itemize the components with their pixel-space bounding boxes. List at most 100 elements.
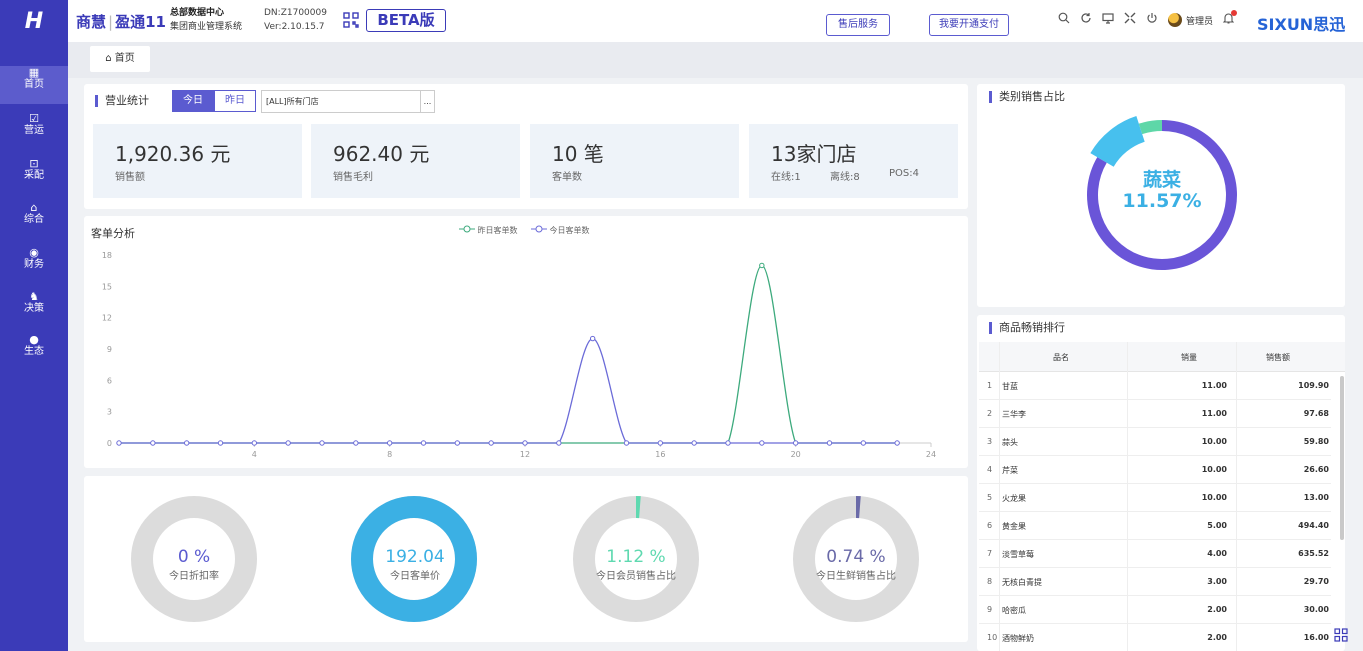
table-row[interactable]: 7 淡雪草莓 4.00 635.52 <box>979 540 1331 568</box>
product-name: 哈密瓜 <box>1002 606 1026 615</box>
table-row[interactable]: 4 芹菜 10.00 26.60 <box>979 456 1331 484</box>
data-point <box>623 440 630 446</box>
y-tick-label: 15 <box>102 282 112 291</box>
data-point <box>183 440 190 446</box>
sidebar-item-purchasing[interactable]: ⊡ 采配 <box>0 157 68 195</box>
data-point <box>251 440 258 446</box>
product-name: 淡雪草莓 <box>1002 550 1034 559</box>
col-divider <box>1127 342 1128 651</box>
stat-label: 客单数 <box>552 172 582 183</box>
table-row[interactable]: 1 甘蓝 11.00 109.90 <box>979 372 1331 400</box>
legend-yesterday[interactable]: 昨日客单数 <box>459 225 518 236</box>
sidebar-item-ecology[interactable]: ● 生态 <box>0 333 68 371</box>
data-point <box>420 440 427 446</box>
tab-bar: ⌂ 首页 <box>68 42 1363 78</box>
today-toggle[interactable]: 今日 <box>172 90 214 112</box>
power-icon[interactable] <box>1146 12 1158 28</box>
coin-icon: ◉ <box>29 246 39 259</box>
sidebar-item-label: 营运 <box>24 125 44 136</box>
notification-dot <box>1231 10 1238 16</box>
data-point <box>285 440 291 446</box>
brand-separator: | <box>108 13 114 31</box>
table-row[interactable]: 2 三华李 11.00 97.68 <box>979 400 1331 428</box>
refresh-icon[interactable] <box>1080 12 1092 28</box>
tab-home[interactable]: ⌂ 首页 <box>90 46 150 72</box>
stat-stores: 13家门店 在线:1 离线:8 POS:4 <box>749 124 958 198</box>
ring-discount-label: 0 % 今日折扣率 <box>144 547 244 582</box>
beta-badge[interactable]: BETA版 <box>366 9 446 32</box>
sidebar-item-home[interactable]: ▦ 首页 <box>0 66 68 104</box>
data-point <box>894 440 900 446</box>
table-row[interactable]: 9 哈密瓜 2.00 30.00 <box>979 596 1331 624</box>
product-name: 芹菜 <box>1002 466 1018 475</box>
table-row[interactable]: 10 酒物鲜奶 2.00 16.00 <box>979 624 1331 651</box>
sales-qty: 5.00 <box>1207 521 1227 530</box>
business-stats-title: 营业统计 <box>95 95 149 107</box>
category-slice <box>1138 120 1162 135</box>
row-index: 4 <box>987 465 993 474</box>
sales-qty: 3.00 <box>1207 577 1227 586</box>
product-name: 蒜头 <box>1002 438 1018 447</box>
col-header-name[interactable]: 品名 <box>1053 352 1069 363</box>
ecology-icon: ● <box>29 333 39 346</box>
col-header-amount[interactable]: 销售额 <box>1266 352 1290 363</box>
corner-qr-icon[interactable] <box>1334 628 1348 646</box>
sales-qty: 4.00 <box>1207 549 1227 558</box>
fullscreen-icon[interactable] <box>1124 12 1136 28</box>
after-sales-button[interactable]: 售后服务 <box>826 14 890 36</box>
ring-member-label: 1.12 % 今日会员销售占比 <box>586 547 686 582</box>
data-point <box>759 262 765 269</box>
table-scrollbar[interactable] <box>1340 376 1344 540</box>
tab-home-label: 首页 <box>114 53 135 64</box>
qr-code-icon[interactable] <box>343 12 359 28</box>
table-row[interactable]: 6 黄金果 5.00 494.40 <box>979 512 1331 540</box>
admin-label[interactable]: 管理员 <box>1186 14 1213 27</box>
data-point <box>454 440 461 446</box>
ring-value: 0.74 % <box>826 547 886 567</box>
sales-qty: 10.00 <box>1201 437 1227 446</box>
store-select[interactable]: [ALL]所有门店 ... <box>261 90 435 113</box>
avatar-icon[interactable] <box>1168 13 1182 27</box>
chart-title: 客单分析 <box>91 227 135 240</box>
legend-today-label: 今日客单数 <box>549 226 590 235</box>
bell-icon[interactable] <box>1222 10 1238 28</box>
table-row[interactable]: 8 无核白青提 3.00 29.70 <box>979 568 1331 596</box>
device-number: DN:Z1700009 <box>264 8 327 18</box>
data-point <box>386 440 393 446</box>
data-point <box>353 440 359 446</box>
data-point <box>116 440 122 446</box>
table-row[interactable]: 5 火龙果 10.00 13.00 <box>979 484 1331 512</box>
sales-qty: 10.00 <box>1201 465 1227 474</box>
open-payment-button[interactable]: 我要开通支付 <box>929 14 1009 36</box>
monitor-icon[interactable] <box>1102 12 1114 28</box>
yesterday-toggle[interactable]: 昨日 <box>214 90 256 112</box>
ranking-title: 商品畅销排行 <box>989 322 1065 334</box>
x-tick-label: 12 <box>520 450 530 459</box>
sidebar-item-finance[interactable]: ◉ 财务 <box>0 246 68 284</box>
sales-qty: 2.00 <box>1207 605 1227 614</box>
store-picker-button[interactable]: ... <box>420 91 434 112</box>
legend-yesterday-marker <box>459 225 475 233</box>
data-point <box>792 440 799 446</box>
category-center-label: 蔬菜 11.57% <box>1102 170 1222 212</box>
row-index: 10 <box>987 633 998 642</box>
search-icon[interactable] <box>1058 12 1070 28</box>
y-tick-label: 12 <box>102 314 112 323</box>
app-logo[interactable]: H <box>0 0 68 42</box>
ring-caption: 今日生鲜销售占比 <box>816 571 896 582</box>
legend-today-marker <box>531 225 547 233</box>
sidebar-item-decision[interactable]: ♞ 决策 <box>0 290 68 328</box>
table-row[interactable]: 3 蒜头 10.00 59.80 <box>979 428 1331 456</box>
company-info: 总部数据中心 集团商业管理系统 <box>170 6 242 34</box>
sidebar: ▦ 首页 ☑ 营运 ⊡ 采配 ⌂ 综合 ◉ 财务 ♞ 决策 ● 生态 <box>0 42 68 651</box>
home-icon: ⌂ <box>105 53 112 64</box>
stat-value: 1,920.36 元 <box>115 142 231 166</box>
row-index: 3 <box>987 437 993 446</box>
sidebar-item-general[interactable]: ⌂ 综合 <box>0 201 68 239</box>
sales-amount: 97.68 <box>1303 409 1329 418</box>
sales-amount: 109.90 <box>1298 381 1329 390</box>
sidebar-item-operations[interactable]: ☑ 营运 <box>0 112 68 150</box>
col-header-qty[interactable]: 销量 <box>1181 352 1197 363</box>
data-point <box>691 440 697 446</box>
legend-today[interactable]: 今日客单数 <box>531 225 590 236</box>
